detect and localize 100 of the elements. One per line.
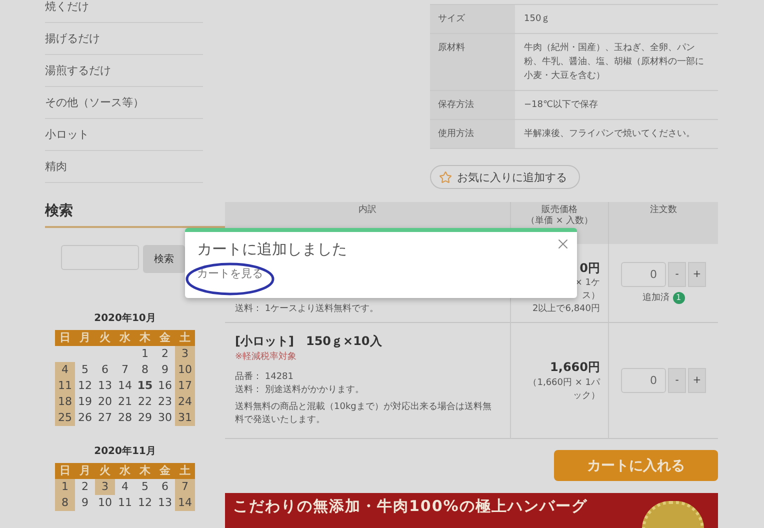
calendar-day: 1 (55, 479, 75, 495)
calendar-day: 27 (95, 410, 115, 426)
spec-label: サイズ (430, 5, 515, 33)
weekday-header: 土 (175, 330, 195, 346)
increase-button[interactable]: + (688, 262, 706, 287)
calendar-day: 3 (175, 346, 195, 362)
remark-text: 送料無料の商品と混載（10kgまで）が対応出来る場合は送料無料で発送いたします。 (235, 400, 492, 427)
calendar-day: 4 (115, 479, 135, 495)
calendar-day: 11 (55, 378, 75, 394)
calendar-day: 18 (55, 394, 75, 410)
weekday-header: 火 (95, 463, 115, 479)
added-status: 追加済 1 (642, 292, 684, 306)
spec-label: 保存方法 (430, 91, 515, 119)
item-number: 品番： 14281 (235, 370, 294, 384)
calendar-day: 11 (115, 495, 135, 511)
category-link[interactable]: 精肉 (45, 160, 203, 183)
calendar-day: 7 (175, 479, 195, 495)
popup-title: カートに追加しました (197, 240, 348, 259)
unit-price-text: ス） (582, 290, 600, 304)
header-label: 内訳 (358, 205, 376, 216)
product-name: [小ロット] 150ｇ×10入 (235, 333, 383, 350)
weekday-header: 金 (155, 463, 175, 479)
shipping-text: 送料： 1ケースより送料無料です。 (235, 303, 380, 316)
spec-value: −18℃以下で保存 (523, 98, 600, 112)
calendar-day: 13 (155, 495, 175, 511)
calendar-title: 2020年11月 (93, 444, 157, 458)
calendar-day: 7 (115, 362, 135, 378)
spec-value: 150ｇ (523, 13, 552, 26)
weekday-header: 木 (135, 330, 155, 346)
weekday-header: 木 (135, 463, 155, 479)
calendar-day: 8 (55, 495, 75, 511)
favorite-button[interactable]: お気に入りに追加する (430, 165, 580, 190)
calendar-day: 16 (155, 378, 175, 394)
calendar-day: 26 (75, 410, 95, 426)
calendar-day: 14 (115, 378, 135, 394)
decrease-button[interactable]: - (668, 262, 686, 287)
star-icon (439, 170, 452, 184)
calendar-day: 10 (95, 495, 115, 511)
weekday-header: 日 (55, 330, 75, 346)
calendar-day: 12 (75, 378, 95, 394)
calendar-day: 14 (175, 495, 195, 511)
category-link[interactable]: 小ロット (45, 128, 203, 151)
calendar-day: 20 (95, 394, 115, 410)
calendar-day: 2 (75, 479, 95, 495)
tax-note: ※軽減税率対象 (235, 350, 298, 364)
calendar-day: 4 (55, 362, 75, 378)
calendar-day: 8 (135, 362, 155, 378)
quantity-field[interactable]: 0 (621, 262, 666, 287)
price-text: 1,660円 (550, 359, 600, 376)
weekday-header: 火 (95, 330, 115, 346)
quantity-field[interactable]: 0 (621, 368, 666, 394)
calendar-day: 10 (175, 362, 195, 378)
calendar-day: 21 (115, 394, 135, 410)
spec-value: 半解凍後、フライパンで焼いてください。 (523, 128, 696, 141)
calendar-day: 15 (135, 378, 155, 394)
weekday-header: 水 (115, 463, 135, 479)
calendar-title: 2020年10月 (93, 312, 157, 325)
calendar-day: 31 (175, 410, 195, 426)
calendar-day: 23 (155, 394, 175, 410)
calendar-day: 28 (115, 410, 135, 426)
calendar-day: 6 (95, 362, 115, 378)
price-note: 2以上で6,840円 (532, 303, 600, 316)
weekday-header: 月 (75, 330, 95, 346)
header-label: 販売価格 (542, 205, 578, 216)
weekday-header: 日 (55, 463, 75, 479)
unit-price-text: ック） (573, 390, 600, 403)
category-link[interactable]: 湯煎するだけ (45, 64, 203, 87)
header-label: 注文数 (650, 205, 677, 216)
calendar-day: 1 (135, 346, 155, 362)
calendar-day: 17 (175, 378, 195, 394)
spec-value: 牛肉（紀州・国産）、玉ねぎ、全卵、パン粉、牛乳、醤油、塩、胡椒（原材料の一部に小麦・大豆を含む） (523, 42, 705, 83)
calendar-day: 30 (155, 410, 175, 426)
calendar-day: 5 (75, 362, 95, 378)
weekday-header: 水 (115, 330, 135, 346)
weekday-header: 金 (155, 330, 175, 346)
unit-price-text: （1,660円 × 1パ (528, 376, 600, 390)
weekday-header: 月 (75, 463, 95, 479)
calendar-day: 5 (135, 479, 155, 495)
calendar-day: 9 (155, 362, 175, 378)
calendar-day: 25 (55, 410, 75, 426)
spec-label: 原材料 (430, 34, 515, 90)
header-sublabel: （単価 × 入数） (526, 216, 594, 228)
search-button[interactable]: 検索 (143, 245, 185, 273)
calendar-day: 22 (135, 394, 155, 410)
increase-button[interactable]: + (688, 368, 706, 394)
category-link[interactable]: 揚げるだけ (45, 32, 203, 55)
calendar-day: 12 (135, 495, 155, 511)
calendar-day: 29 (135, 410, 155, 426)
price-text: 0円 (580, 260, 600, 277)
search-field[interactable] (61, 245, 139, 270)
calendar-day: 6 (155, 479, 175, 495)
calendar-day: 19 (75, 394, 95, 410)
category-link[interactable]: 焼くだけ (45, 0, 203, 23)
count-badge: 1 (672, 292, 684, 304)
weekday-header: 土 (175, 463, 195, 479)
calendar-day: 3 (95, 479, 115, 495)
calendar-day: 24 (175, 394, 195, 410)
shipping-text: 送料： 別途送料がかかります。 (235, 384, 365, 397)
decrease-button[interactable]: - (668, 368, 686, 394)
category-link[interactable]: その他（ソース等） (45, 96, 203, 119)
